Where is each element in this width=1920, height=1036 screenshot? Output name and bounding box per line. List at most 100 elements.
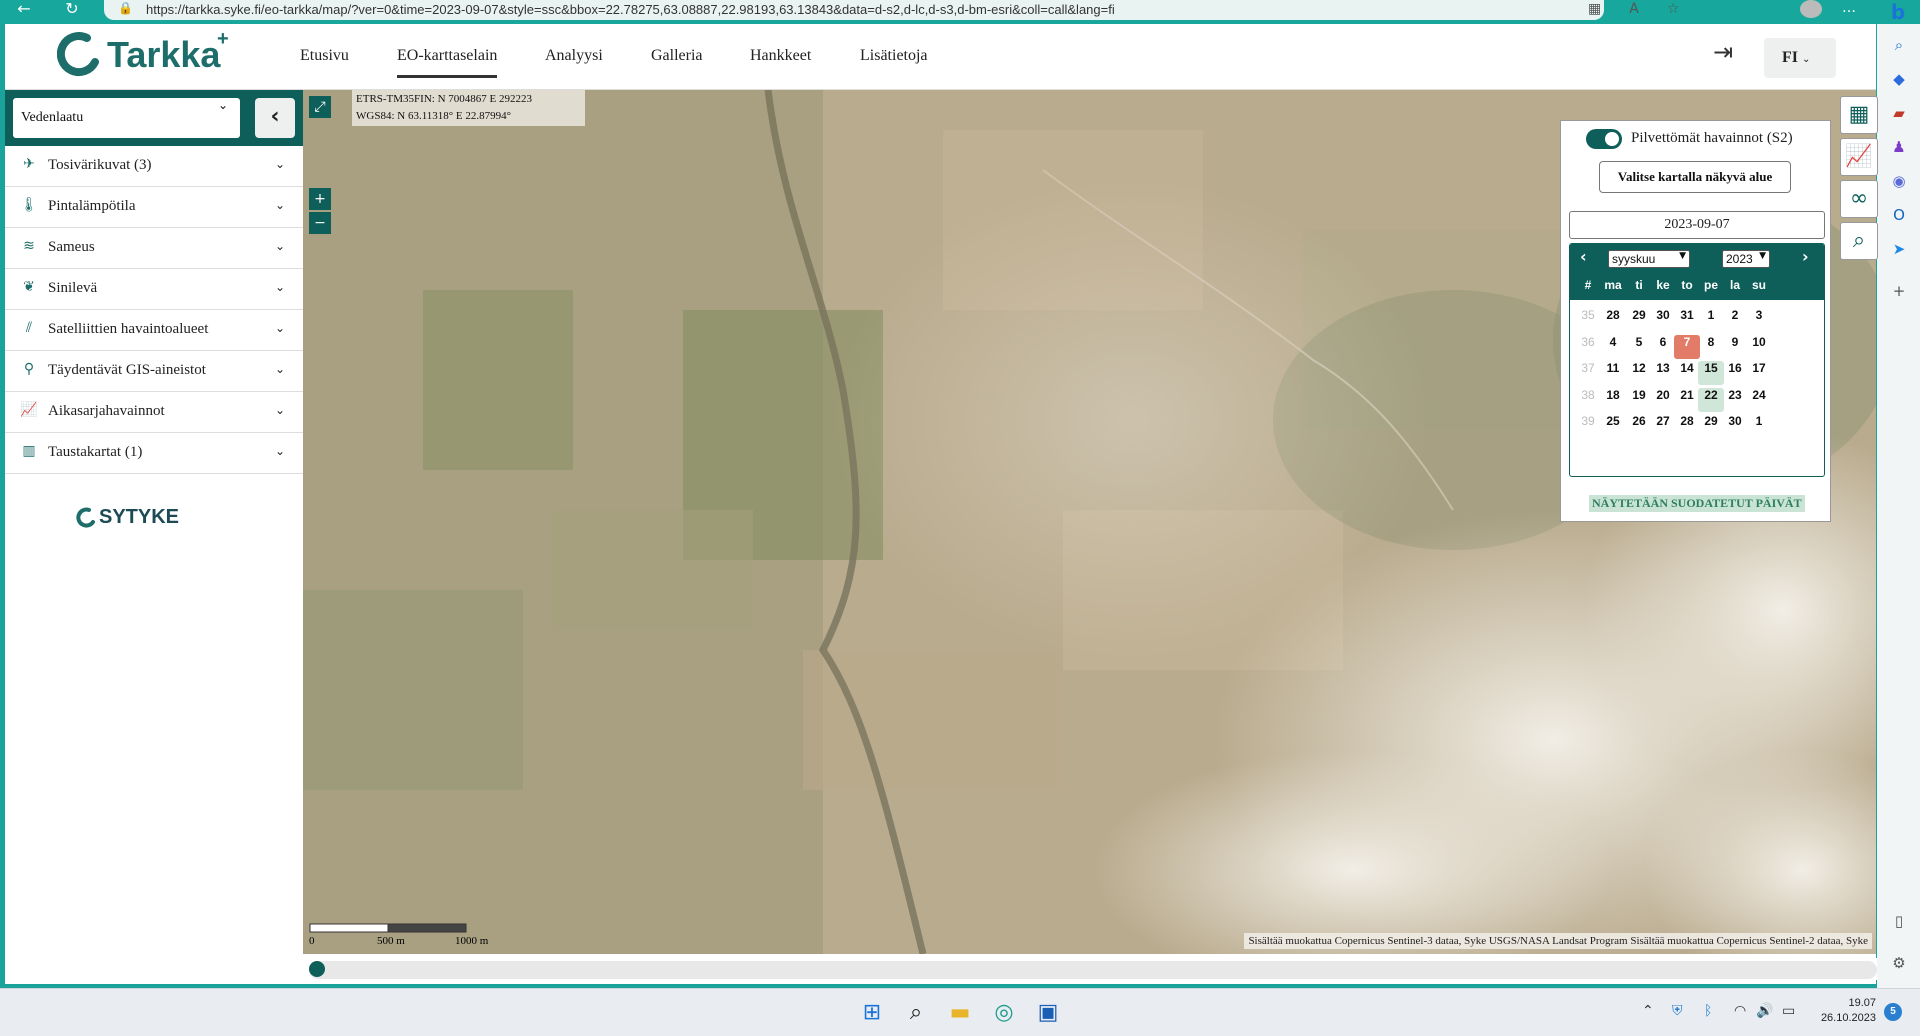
tools-icon[interactable]: ▰ bbox=[1888, 102, 1910, 124]
language-select[interactable]: FI ⌄ bbox=[1764, 38, 1836, 78]
nav-etusivu[interactable]: Etusivu bbox=[300, 47, 349, 65]
search-icon[interactable]: ⌕ bbox=[902, 999, 930, 1027]
calendar-day[interactable]: 11 bbox=[1600, 361, 1626, 385]
selected-date-field[interactable]: 2023-09-07 bbox=[1569, 211, 1825, 239]
nav-eo-karttaselain[interactable]: EO-karttaselain bbox=[397, 47, 498, 78]
nav-galleria[interactable]: Galleria bbox=[651, 47, 703, 65]
collapse-sidebar-button[interactable]: ‹ bbox=[255, 98, 295, 138]
calendar-day[interactable]: 12 bbox=[1626, 361, 1652, 385]
security-icon[interactable]: ⛨ bbox=[1672, 1003, 1683, 1019]
profile-avatar[interactable] bbox=[1800, 0, 1822, 18]
calendar-day[interactable]: 28 bbox=[1674, 414, 1700, 438]
store-icon[interactable]: ▣ bbox=[1034, 999, 1062, 1027]
copilot-icon[interactable]: b bbox=[1880, 0, 1916, 24]
calendar-day[interactable]: 23 bbox=[1722, 388, 1748, 412]
bluetooth-icon[interactable]: ᛒ bbox=[1704, 1003, 1712, 1019]
calendar-day[interactable]: 13 bbox=[1650, 361, 1676, 385]
calendar-day[interactable]: 18 bbox=[1600, 388, 1626, 412]
url-text[interactable]: https://tarkka.syke.fi/eo-tarkka/map/?ve… bbox=[146, 2, 1115, 17]
nav-analyysi[interactable]: Analyysi bbox=[545, 47, 603, 65]
calendar-day[interactable]: 9 bbox=[1722, 335, 1748, 359]
address-bar[interactable]: 🔒 https://tarkka.syke.fi/eo-tarkka/map/?… bbox=[104, 0, 1679, 20]
read-aloud-icon[interactable]: A bbox=[1629, 0, 1639, 20]
tarkka-logo[interactable]: Tarkka + bbox=[57, 28, 237, 82]
calendar-day[interactable]: 27 bbox=[1650, 414, 1676, 438]
windows-start-icon[interactable]: ⊞ bbox=[858, 999, 886, 1027]
calendar-day[interactable]: 14 bbox=[1674, 361, 1700, 385]
zoom-in-button[interactable]: + bbox=[309, 188, 331, 210]
layer-sameus[interactable]: ≋ Sameus ⌄ bbox=[5, 228, 303, 269]
calendar-day[interactable]: 24 bbox=[1746, 388, 1772, 412]
calendar-day[interactable]: 3 bbox=[1746, 308, 1772, 332]
calendar-day[interactable]: 8 bbox=[1698, 335, 1724, 359]
timeseries-tool-button[interactable]: 📈 bbox=[1840, 138, 1878, 176]
notification-badge[interactable]: 5 bbox=[1884, 1003, 1902, 1021]
fullscreen-icon[interactable]: ⤢ bbox=[309, 96, 331, 118]
apps-icon[interactable]: ▦ bbox=[1588, 0, 1601, 20]
calendar-tool-button[interactable]: ▦ bbox=[1840, 96, 1878, 134]
favorite-star-icon[interactable]: ☆ bbox=[1667, 0, 1680, 20]
layer-pintalampotila[interactable]: 🌡 Pintalämpötila ⌄ bbox=[5, 187, 303, 228]
volume-icon[interactable]: 🔊 bbox=[1756, 1003, 1773, 1019]
calendar-day[interactable]: 1 bbox=[1698, 308, 1724, 332]
month-select[interactable]: syyskuu ▼ bbox=[1608, 250, 1690, 268]
settings-gear-icon[interactable]: ⚙ bbox=[1888, 952, 1910, 974]
calendar-day[interactable]: 30 bbox=[1650, 308, 1676, 332]
calendar-day[interactable]: 7 bbox=[1674, 334, 1700, 359]
sidebar-toggle-icon[interactable]: ▯ bbox=[1888, 910, 1910, 932]
time-slider-handle[interactable] bbox=[309, 961, 325, 977]
calendar-day[interactable]: 15 bbox=[1698, 361, 1724, 385]
cloudless-toggle[interactable] bbox=[1586, 129, 1622, 149]
link-tool-button[interactable]: ∞ bbox=[1840, 180, 1878, 218]
time-slider-track[interactable] bbox=[309, 961, 1877, 979]
layer-aikasarjahavainnot[interactable]: 📈 Aikasarjahavainnot ⌄ bbox=[5, 392, 303, 433]
search-icon[interactable]: ⌕ bbox=[1888, 34, 1910, 56]
shopping-icon[interactable]: ◆ bbox=[1888, 68, 1910, 90]
calendar-day[interactable]: 10 bbox=[1746, 335, 1772, 359]
back-icon[interactable]: ← bbox=[10, 0, 38, 22]
time-slider[interactable] bbox=[305, 958, 1877, 980]
calendar-day[interactable]: 16 bbox=[1722, 361, 1748, 385]
nav-lisatietoja[interactable]: Lisätietoja bbox=[860, 47, 928, 65]
calendar-day[interactable]: 5 bbox=[1626, 335, 1652, 359]
layer-sinileva[interactable]: ❦ Sinilevä ⌄ bbox=[5, 269, 303, 310]
calendar-day[interactable]: 28 bbox=[1600, 308, 1626, 332]
more-icon[interactable]: … bbox=[1842, 0, 1856, 16]
calendar-day[interactable]: 20 bbox=[1650, 388, 1676, 412]
zoom-out-button[interactable]: − bbox=[309, 212, 331, 234]
layer-tosivarikuvat[interactable]: ✈ Tosivärikuvat (3) ⌄ bbox=[5, 146, 303, 187]
theme-select[interactable]: Vedenlaatu ⌄ bbox=[13, 98, 240, 138]
calendar-day[interactable]: 26 bbox=[1626, 414, 1652, 438]
calendar-day[interactable]: 31 bbox=[1674, 308, 1700, 332]
calendar-day[interactable]: 4 bbox=[1600, 335, 1626, 359]
calendar-day[interactable]: 30 bbox=[1722, 414, 1748, 438]
calendar-day[interactable]: 21 bbox=[1674, 388, 1700, 412]
calendar-day[interactable]: 6 bbox=[1650, 335, 1676, 359]
wifi-icon[interactable]: ◠ bbox=[1734, 1003, 1746, 1019]
layer-satelliittien-havaintoalueet[interactable]: ⫽ Satelliittien havaintoalueet ⌄ bbox=[5, 310, 303, 351]
layer-taustakartat[interactable]: ▥ Taustakartat (1) ⌄ bbox=[5, 433, 303, 474]
search-tool-button[interactable]: ⌕ bbox=[1840, 222, 1878, 260]
prev-month-icon[interactable]: ‹ bbox=[1580, 247, 1587, 266]
outlook-icon[interactable]: O bbox=[1888, 204, 1910, 226]
calendar-day[interactable]: 29 bbox=[1698, 414, 1724, 438]
file-explorer-icon[interactable]: ▬ bbox=[946, 999, 974, 1027]
login-icon[interactable]: ⇥ bbox=[1708, 38, 1738, 68]
add-icon[interactable]: + bbox=[1888, 280, 1910, 302]
calendar-day[interactable]: 1 bbox=[1746, 414, 1772, 438]
calendar-day[interactable]: 29 bbox=[1626, 308, 1652, 332]
calendar-day[interactable]: 22 bbox=[1698, 387, 1724, 412]
calendar-day[interactable]: 17 bbox=[1746, 361, 1772, 385]
calendar-day[interactable]: 19 bbox=[1626, 388, 1652, 412]
battery-icon[interactable]: ▭ bbox=[1782, 1003, 1795, 1019]
year-select[interactable]: 2023 ▼ bbox=[1722, 250, 1770, 268]
select-visible-area-button[interactable]: Valitse kartalla näkyvä alue bbox=[1599, 161, 1791, 193]
refresh-icon[interactable]: ↻ bbox=[58, 0, 86, 22]
layer-taydentavat-gis[interactable]: ⚲ Täydentävät GIS-aineistot ⌄ bbox=[5, 351, 303, 392]
games-icon[interactable]: ♟ bbox=[1888, 136, 1910, 158]
send-icon[interactable]: ➤ bbox=[1888, 238, 1910, 260]
chevron-up-icon[interactable]: ⌃ bbox=[1642, 1003, 1654, 1019]
next-month-icon[interactable]: › bbox=[1802, 247, 1809, 266]
system-clock[interactable]: 19.07 26.10.2023 bbox=[1816, 996, 1876, 1026]
nav-hankkeet[interactable]: Hankkeet bbox=[750, 47, 811, 65]
